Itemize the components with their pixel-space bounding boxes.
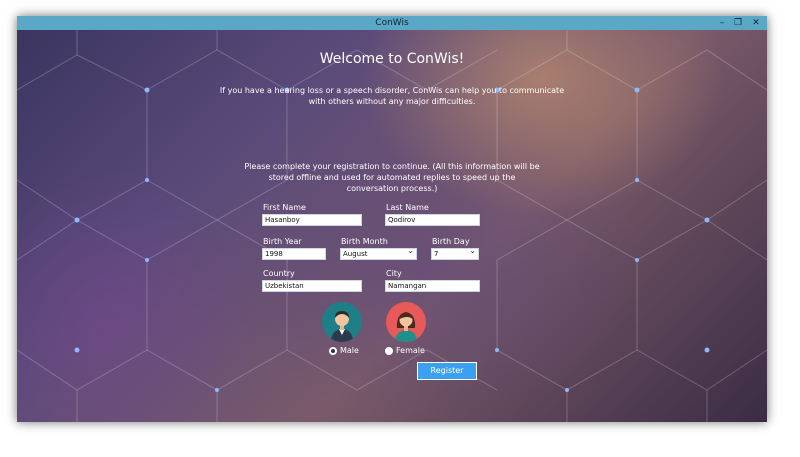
country-label: Country xyxy=(263,269,295,278)
birth-month-select[interactable]: August xyxy=(340,248,417,260)
male-label: Male xyxy=(340,346,359,355)
minimize-button[interactable]: – xyxy=(715,16,729,30)
female-avatar-graphic xyxy=(395,312,417,342)
city-label: City xyxy=(386,269,402,278)
birth-year-label: Birth Year xyxy=(263,237,302,246)
title-bar[interactable]: ConWis – ❐ ✕ xyxy=(17,16,767,30)
female-avatar-icon[interactable] xyxy=(386,302,426,342)
first-name-label: First Name xyxy=(263,203,306,212)
registration-page: Welcome to ConWis! If you have a hearing… xyxy=(17,30,767,422)
registration-instructions: Please complete your registration to con… xyxy=(244,162,540,193)
last-name-field[interactable]: Qodirov xyxy=(385,214,480,226)
window-title: ConWis xyxy=(375,18,409,28)
close-button[interactable]: ✕ xyxy=(749,16,763,30)
male-avatar-graphic xyxy=(331,311,353,342)
birth-day-select[interactable]: 7 xyxy=(431,248,479,260)
female-radio[interactable] xyxy=(385,347,393,355)
city-field[interactable]: Namangan xyxy=(385,280,480,292)
male-avatar-icon[interactable] xyxy=(322,302,362,342)
birth-day-label: Birth Day xyxy=(432,237,470,246)
birth-year-field[interactable]: 1998 xyxy=(262,248,326,260)
male-radio[interactable] xyxy=(329,347,337,355)
maximize-button[interactable]: ❐ xyxy=(731,16,745,30)
birth-month-label: Birth Month xyxy=(341,237,388,246)
welcome-title: Welcome to ConWis! xyxy=(319,51,465,67)
female-label: Female xyxy=(396,346,425,355)
last-name-label: Last Name xyxy=(386,203,429,212)
country-field[interactable]: Uzbekistan xyxy=(262,280,362,292)
first-name-field[interactable]: Hasanboy xyxy=(262,214,362,226)
register-button[interactable]: Register xyxy=(417,362,477,380)
intro-text: If you have a hearing loss or a speech d… xyxy=(219,86,565,106)
app-window: ConWis – ❐ ✕ Welcome to ConWis! If you h… xyxy=(17,16,767,422)
